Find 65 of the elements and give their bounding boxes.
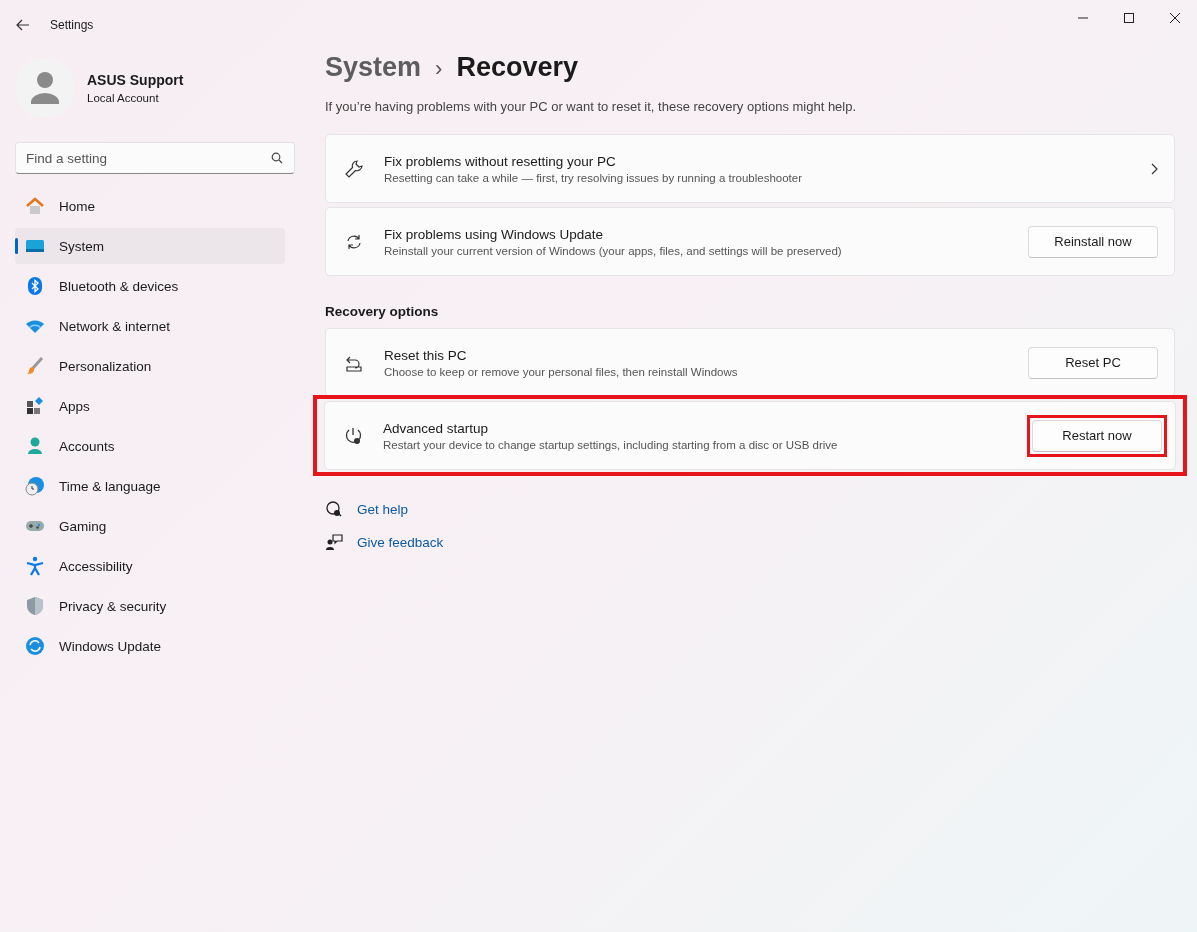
nav-label: Network & internet	[59, 318, 171, 334]
shield-icon	[25, 596, 45, 616]
nav-item[interactable]: Privacy & security	[15, 588, 285, 624]
intro-text: If you’re having problems with your PC or want to reset it, these recovery options might help.	[325, 99, 858, 114]
update-icon	[25, 636, 45, 656]
nav-item[interactable]: System	[15, 228, 285, 264]
nav-label: Accounts	[59, 438, 115, 454]
feedback-icon	[325, 533, 343, 551]
page-title: Recovery	[456, 52, 578, 83]
close-icon[interactable]	[1169, 12, 1181, 24]
help-link[interactable]: Get help	[357, 501, 409, 517]
search-icon	[271, 152, 283, 164]
chevron-icon	[1150, 162, 1158, 175]
card-title: Fix problems without resetting your PC	[384, 153, 617, 169]
card-description: Resetting can take a while — first, try resolving issues by running a troubleshooter	[384, 171, 804, 184]
card-title: Fix problems using Windows Update	[384, 226, 605, 242]
card-description: Reinstall your current version of Windows (your apps, files, and settings will be preserved)	[384, 244, 843, 257]
action-button[interactable]: Restart now	[1032, 419, 1162, 452]
card-description: Choose to keep or remove your personal files, then reinstall Windows	[384, 365, 739, 378]
nav-item[interactable]: Bluetooth & devices	[15, 268, 285, 304]
accessibility-icon	[25, 556, 45, 576]
nav-item[interactable]: Gaming	[15, 508, 285, 544]
nav-label: Home	[59, 198, 95, 214]
nav-item[interactable]: Accounts	[15, 428, 285, 464]
nav-label: Gaming	[59, 518, 107, 534]
account-name: ASUS Support	[87, 72, 184, 88]
help-icon	[325, 500, 343, 518]
section-heading: Recovery options	[325, 304, 440, 319]
person-icon	[25, 436, 45, 456]
maximize-icon[interactable]	[1123, 12, 1135, 24]
search-field[interactable]: Find a setting	[15, 142, 295, 174]
nav-item[interactable]: Time & language	[15, 468, 285, 504]
card-title: Advanced startup	[383, 420, 490, 436]
home-icon	[25, 196, 45, 216]
card-title: Reset this PC	[384, 347, 468, 363]
nav-label: Apps	[59, 398, 90, 414]
apps-icon	[25, 396, 45, 416]
nav-item[interactable]: Windows Update	[15, 628, 285, 664]
bluetooth-icon	[25, 276, 45, 296]
window-title: Settings	[50, 18, 94, 32]
nav-item[interactable]: Home	[15, 188, 285, 224]
nav-label: Accessibility	[59, 558, 133, 574]
nav-label: Privacy & security	[59, 598, 167, 614]
back-icon[interactable]	[16, 19, 30, 31]
power-gear-icon	[343, 425, 363, 446]
card-description: Restart your device to change startup settings, including starting from a disc or USB drive	[383, 438, 839, 451]
brush-icon	[25, 356, 45, 376]
breadcrumb-parent[interactable]: System	[325, 52, 422, 83]
breadcrumb-separator: ›	[435, 56, 443, 82]
nav-item[interactable]: Personalization	[15, 348, 285, 384]
nav-item[interactable]: Network & internet	[15, 308, 285, 344]
action-button[interactable]: Reinstall now	[1028, 225, 1158, 258]
globe-icon	[25, 476, 45, 496]
action-button[interactable]: Reset PC	[1028, 346, 1158, 379]
nav-item[interactable]: Accessibility	[15, 548, 285, 584]
nav-label: Bluetooth & devices	[59, 278, 179, 294]
account-type: Local Account	[87, 92, 160, 104]
nav-label: Time & language	[59, 478, 161, 494]
help-link[interactable]: Give feedback	[357, 534, 444, 550]
nav-label: Personalization	[59, 358, 152, 374]
wrench-icon	[344, 158, 364, 179]
nav-label: Windows Update	[59, 638, 162, 654]
nav-label: System	[59, 238, 104, 254]
settings-card[interactable]: Fix problems without resetting your PC Resetting can take a while — first, try resolving issues by running a troubleshooter	[325, 134, 1175, 203]
nav-item[interactable]: Apps	[15, 388, 285, 424]
